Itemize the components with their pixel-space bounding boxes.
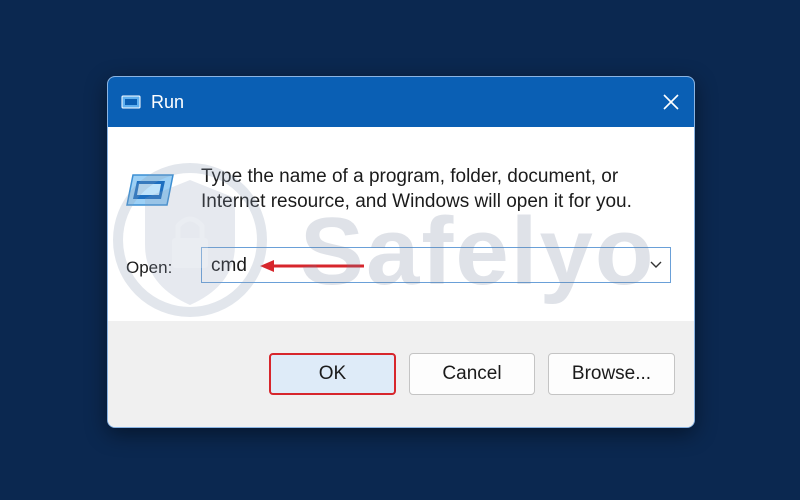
browse-button[interactable]: Browse... xyxy=(548,353,675,395)
dropdown-button[interactable] xyxy=(642,248,670,282)
title-bar[interactable]: Run xyxy=(108,77,694,127)
close-icon xyxy=(663,94,679,110)
dialog-body: Type the name of a program, folder, docu… xyxy=(108,127,694,321)
chevron-down-icon xyxy=(650,261,662,268)
description-text: Type the name of a program, folder, docu… xyxy=(201,166,632,212)
run-dialog: Run Type the name of a program, folder, … xyxy=(107,76,695,428)
ok-button[interactable]: OK xyxy=(269,353,396,395)
open-label: Open: xyxy=(126,258,173,277)
run-icon xyxy=(121,95,141,109)
window-title: Run xyxy=(151,92,185,112)
run-app-icon xyxy=(126,174,174,206)
red-arrow-icon xyxy=(260,260,364,272)
close-button[interactable] xyxy=(648,77,694,127)
cancel-button[interactable]: Cancel xyxy=(409,353,535,395)
open-input[interactable]: cmd xyxy=(211,255,247,277)
button-bar: OK Cancel Browse... xyxy=(108,321,694,427)
